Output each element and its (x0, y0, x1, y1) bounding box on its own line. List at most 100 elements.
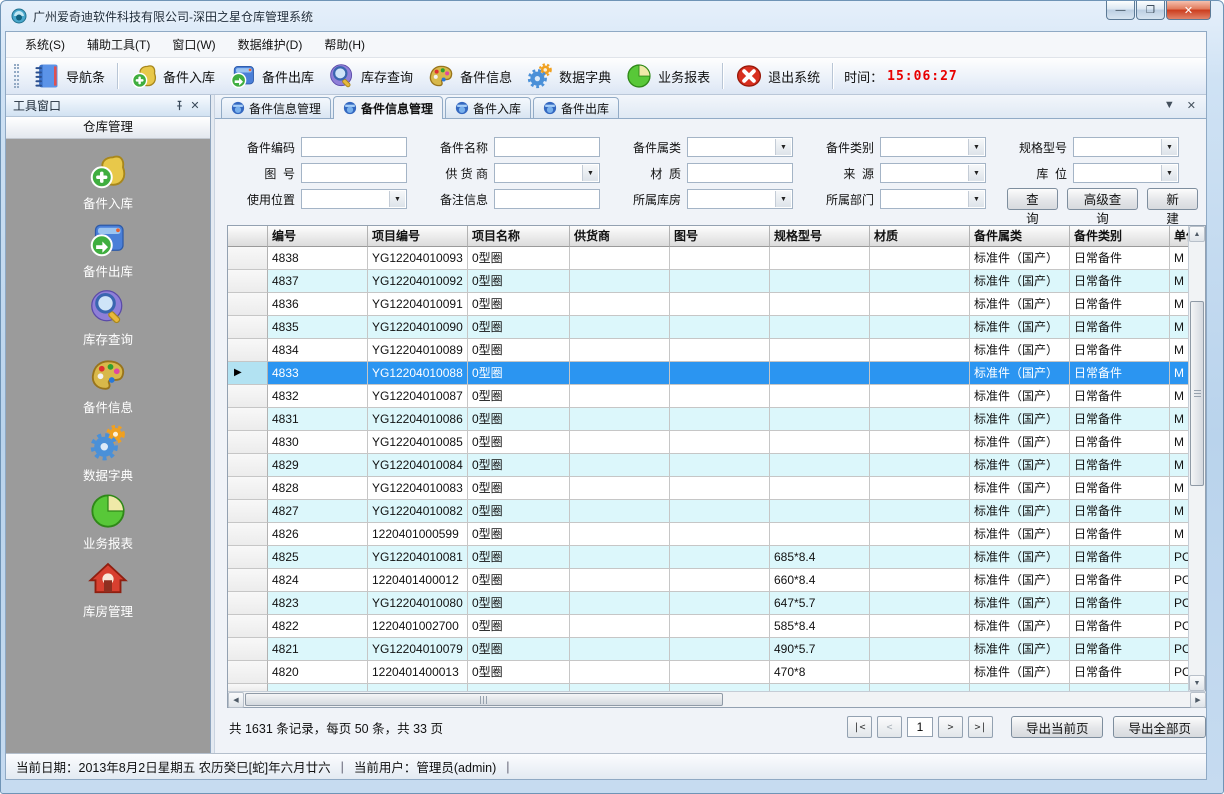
close-button[interactable]: ✕ (1166, 1, 1211, 20)
table-row[interactable]: 4836YG122040100910型圈标准件（国产）日常备件M (228, 293, 1189, 316)
scroll-left-icon[interactable]: ◀ (228, 692, 244, 708)
row-selector[interactable] (228, 339, 268, 362)
field-select[interactable]: ▼ (1073, 163, 1179, 183)
toolbar-button-navigator[interactable]: 导航条 (26, 60, 112, 92)
table-row[interactable]: 482612204010005990型圈标准件（国产）日常备件M (228, 523, 1189, 546)
menu-item[interactable]: 系统(S) (14, 32, 76, 57)
table-row[interactable]: 4827YG122040100820型圈标准件（国产）日常备件M (228, 500, 1189, 523)
field-select[interactable]: ▼ (687, 189, 793, 209)
prev-page-button[interactable]: < (877, 716, 902, 738)
scroll-down-icon[interactable]: ▼ (1189, 675, 1205, 691)
maximize-button[interactable]: ❐ (1136, 1, 1165, 20)
row-selector[interactable] (228, 293, 268, 316)
column-header[interactable]: 规格型号 (770, 226, 870, 247)
query-button[interactable]: 查询 (1007, 188, 1058, 210)
column-header[interactable]: 单位 (1170, 226, 1189, 247)
table-row[interactable]: 4835YG122040100900型圈标准件（国产）日常备件M (228, 316, 1189, 339)
sidebar-item-inventory-search[interactable]: 库存查询 (6, 287, 210, 355)
row-selector[interactable] (228, 615, 268, 638)
column-header[interactable]: 编号 (268, 226, 368, 247)
scroll-up-icon[interactable]: ▲ (1189, 226, 1205, 242)
table-row[interactable]: 482412204014000120型圈660*8.4标准件（国产）日常备件PC (228, 569, 1189, 592)
menu-item[interactable]: 帮助(H) (313, 32, 376, 57)
sidebar-close-icon[interactable]: ✕ (187, 98, 203, 114)
toolbar-button-data-dictionary[interactable]: 数据字典 (519, 60, 618, 92)
tab-close-icon[interactable]: ✕ (1187, 99, 1196, 112)
column-header[interactable]: 图号 (670, 226, 770, 247)
toolbar-button-parts-info[interactable]: 备件信息 (420, 60, 519, 92)
sidebar-item-parts-info[interactable]: 备件信息 (6, 355, 210, 423)
last-page-button[interactable]: >| (968, 716, 993, 738)
table-row[interactable]: 4829YG122040100840型圈标准件（国产）日常备件M (228, 454, 1189, 477)
vertical-scroll-thumb[interactable] (1190, 301, 1204, 486)
field-select[interactable]: ▼ (880, 189, 986, 209)
column-header[interactable]: 备件属类 (970, 226, 1070, 247)
toolbar-button-exit[interactable]: 退出系统 (728, 60, 827, 92)
menu-item[interactable]: 数据维护(D) (227, 32, 314, 57)
row-selector[interactable] (228, 385, 268, 408)
export-all-pages-button[interactable]: 导出全部页 (1113, 716, 1206, 738)
row-selector[interactable] (228, 661, 268, 684)
table-row[interactable]: 4834YG122040100890型圈标准件（国产）日常备件M (228, 339, 1189, 362)
field-select[interactable]: ▼ (494, 163, 600, 183)
tab-0[interactable]: 备件信息管理 (221, 97, 331, 118)
table-row[interactable]: 4838YG122040100930型圈标准件（国产）日常备件M (228, 247, 1189, 270)
row-selector[interactable]: ▶ (228, 362, 268, 385)
table-row[interactable]: 4830YG122040100850型圈标准件（国产）日常备件M (228, 431, 1189, 454)
table-row[interactable]: 4828YG122040100830型圈标准件（国产）日常备件M (228, 477, 1189, 500)
row-selector[interactable] (228, 638, 268, 661)
first-page-button[interactable]: |< (847, 716, 872, 738)
export-current-page-button[interactable]: 导出当前页 (1011, 716, 1104, 738)
table-row[interactable]: 4825YG122040100810型圈685*8.4标准件（国产）日常备件PC (228, 546, 1189, 569)
tab-1[interactable]: 备件信息管理 (333, 96, 443, 119)
menu-item[interactable]: 辅助工具(T) (76, 32, 161, 57)
toolbar-grip-icon[interactable] (14, 64, 19, 88)
field-input[interactable] (687, 163, 793, 183)
page-input[interactable] (907, 717, 933, 737)
row-selector[interactable] (228, 592, 268, 615)
horizontal-scroll-thumb[interactable] (245, 693, 723, 706)
row-selector[interactable] (228, 546, 268, 569)
vertical-scrollbar[interactable]: ▲ ▼ (1188, 226, 1205, 691)
sidebar-item-business-report[interactable]: 业务报表 (6, 491, 210, 559)
field-select[interactable]: ▼ (1073, 137, 1179, 157)
row-selector[interactable] (228, 316, 268, 339)
sidebar-item-stock-out[interactable]: 备件出库 (6, 219, 210, 287)
toolbar-button-inventory-search[interactable]: 库存查询 (321, 60, 420, 92)
table-row[interactable]: 4821YG122040100790型圈490*5.7标准件（国产）日常备件PC (228, 638, 1189, 661)
advanced-query-button[interactable]: 高级查询 (1067, 188, 1139, 210)
horizontal-scrollbar[interactable]: ◀ ▶ (228, 691, 1206, 707)
row-selector[interactable] (228, 247, 268, 270)
chevron-down-icon[interactable]: ▼ (1164, 99, 1175, 112)
tab-3[interactable]: 备件出库 (533, 97, 619, 118)
field-select[interactable]: ▼ (687, 137, 793, 157)
new-button[interactable]: 新建 (1147, 188, 1198, 210)
minimize-button[interactable]: — (1106, 1, 1135, 20)
table-row[interactable]: ▶4833YG122040100880型圈标准件（国产）日常备件M (228, 362, 1189, 385)
pin-icon[interactable] (171, 98, 187, 114)
field-input[interactable] (301, 163, 407, 183)
column-header[interactable]: 备件类别 (1070, 226, 1170, 247)
tab-2[interactable]: 备件入库 (445, 97, 531, 118)
field-select[interactable]: ▼ (880, 163, 986, 183)
sidebar-item-warehouse[interactable]: 库房管理 (6, 559, 210, 627)
column-header[interactable] (228, 226, 268, 247)
sidebar-item-data-dictionary[interactable]: 数据字典 (6, 423, 210, 491)
next-page-button[interactable]: > (938, 716, 963, 738)
scroll-right-icon[interactable]: ▶ (1190, 692, 1206, 708)
toolbar-button-business-report[interactable]: 业务报表 (618, 60, 717, 92)
row-selector[interactable] (228, 523, 268, 546)
toolbar-button-stock-out[interactable]: 备件出库 (222, 60, 321, 92)
column-header[interactable]: 供货商 (570, 226, 670, 247)
row-selector[interactable] (228, 270, 268, 293)
field-select[interactable]: ▼ (880, 137, 986, 157)
sidebar-item-stock-in[interactable]: 备件入库 (6, 151, 210, 219)
column-header[interactable]: 项目编号 (368, 226, 468, 247)
column-header[interactable]: 材质 (870, 226, 970, 247)
table-row[interactable]: 4831YG122040100860型圈标准件（国产）日常备件M (228, 408, 1189, 431)
field-input[interactable] (494, 137, 600, 157)
table-row[interactable]: 4837YG122040100920型圈标准件（国产）日常备件M (228, 270, 1189, 293)
field-input[interactable] (301, 137, 407, 157)
column-header[interactable]: 项目名称 (468, 226, 570, 247)
row-selector[interactable] (228, 500, 268, 523)
